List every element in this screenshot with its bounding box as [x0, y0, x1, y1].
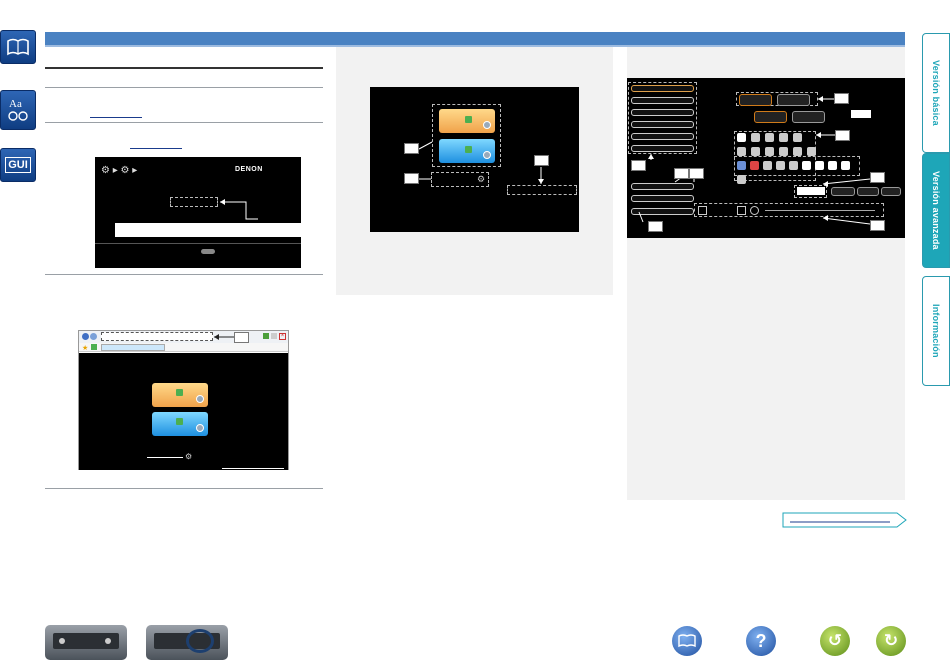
- browser-tabbar: ★: [79, 343, 288, 352]
- close-icon[interactable]: ×: [279, 333, 286, 340]
- callout-w: [648, 221, 663, 232]
- tab-version-basica[interactable]: Versión básica: [922, 33, 950, 153]
- screen-divider: [95, 243, 301, 244]
- callout-lines: [638, 96, 871, 225]
- front-panel-button[interactable]: [45, 625, 127, 660]
- callout-q: [631, 160, 646, 171]
- main-zone-button[interactable]: [152, 383, 208, 407]
- help-question-icon[interactable]: ?: [746, 626, 776, 656]
- quick-select-underline: [147, 457, 183, 458]
- callout-o: [870, 172, 885, 183]
- denon-logo: DENON: [235, 166, 263, 173]
- back-arrow-icon[interactable]: ↺: [820, 626, 850, 656]
- callout-arrow: [220, 199, 258, 220]
- forward-icon[interactable]: [90, 333, 97, 340]
- svg-text:Aa: Aa: [9, 98, 22, 110]
- callout-u: [834, 93, 849, 104]
- callout-q1: [689, 168, 704, 179]
- zone-icon: [176, 389, 183, 396]
- tab-label: Información: [931, 304, 941, 358]
- step-divider: [45, 488, 323, 489]
- section-rule: [45, 67, 323, 69]
- return-button-icon: [201, 249, 215, 254]
- zone2-button[interactable]: [152, 412, 208, 436]
- glossary-icon[interactable]: Aa: [0, 90, 36, 130]
- tv-web-control-top-menu: ⚙: [370, 87, 579, 232]
- magnifier-icon: [186, 629, 214, 653]
- callout-i: [835, 130, 850, 141]
- page-link[interactable]: [90, 117, 142, 118]
- info-row-highlight: [115, 223, 301, 237]
- rear-panel-button[interactable]: [146, 625, 228, 660]
- page-link[interactable]: [130, 148, 182, 149]
- step-divider: [45, 274, 323, 275]
- gear-icon[interactable]: ⚙: [185, 452, 192, 461]
- step-divider: [45, 87, 323, 88]
- tab-version-avanzada[interactable]: Versión avanzada: [922, 153, 950, 268]
- tab-label: Versión básica: [931, 60, 941, 126]
- header-bar: [45, 32, 905, 45]
- go-icon[interactable]: [263, 333, 269, 339]
- callout-e: [234, 332, 249, 343]
- book-icon[interactable]: [0, 30, 36, 64]
- favicon-icon: [91, 344, 97, 350]
- browser-tab[interactable]: [101, 344, 165, 351]
- browser-window: × ★ ⚙: [78, 330, 289, 470]
- globe-icon: [196, 395, 204, 403]
- callout-t: [404, 173, 419, 184]
- setup-breadcrumb-icon: ⚙ ▸ ⚙ ▸: [101, 165, 138, 176]
- forward-arrow-icon[interactable]: ↻: [876, 626, 906, 656]
- back-icon[interactable]: [82, 333, 89, 340]
- callout-q2: [870, 220, 885, 231]
- knob-icon: [59, 638, 65, 644]
- footer-underline: [222, 468, 284, 469]
- gui-icon[interactable]: GUI: [0, 148, 36, 182]
- web-control-page: ⚙: [79, 353, 288, 470]
- contents-book-icon[interactable]: [672, 626, 702, 656]
- refresh-icon[interactable]: [271, 333, 277, 339]
- zone-icon: [176, 418, 183, 425]
- star-icon[interactable]: ★: [82, 344, 88, 352]
- callout-r: [404, 143, 419, 154]
- tv-screen-network-info: ⚙ ▸ ⚙ ▸ DENON: [95, 157, 301, 268]
- tab-informacion[interactable]: Información: [922, 276, 950, 386]
- knob-icon: [105, 638, 111, 644]
- tv-web-control-main-zone: [627, 78, 905, 238]
- address-bar[interactable]: [101, 332, 213, 341]
- next-page-arrow[interactable]: [782, 512, 908, 528]
- settings-globe-icon: [196, 424, 204, 432]
- callout-q0: [674, 168, 689, 179]
- tab-label: Versión avanzada: [931, 171, 941, 250]
- ip-address-highlight: [170, 197, 218, 207]
- callout-y: [534, 155, 549, 166]
- step-divider: [45, 122, 323, 123]
